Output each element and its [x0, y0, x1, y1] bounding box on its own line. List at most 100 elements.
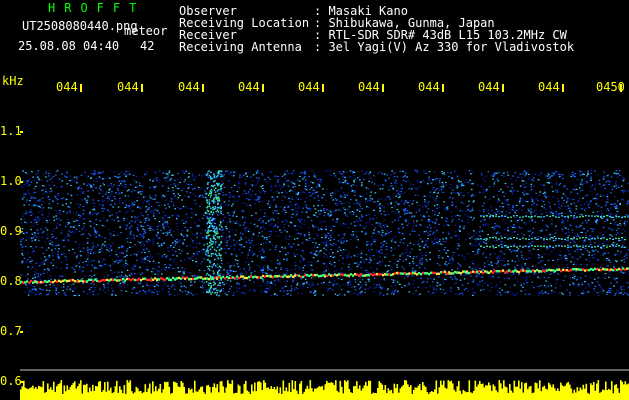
noise-pixel: [291, 196, 293, 198]
noise-pixel: [533, 185, 535, 187]
noise-pixel: [223, 283, 225, 286]
noise-pixel: [458, 218, 460, 221]
noise-pixel: [105, 191, 108, 193]
noise-pixel: [443, 208, 446, 210]
noise-pixel: [361, 170, 363, 172]
noise-pixel: [279, 250, 281, 253]
noise-pixel: [258, 232, 261, 234]
noise-pixel: [603, 176, 605, 178]
noise-pixel: [542, 192, 545, 194]
noise-pixel: [397, 228, 400, 230]
noise-pixel: [162, 217, 164, 219]
noise-pixel: [567, 217, 570, 219]
noise-pixel: [154, 262, 156, 264]
noise-pixel: [457, 262, 459, 264]
noise-pixel: [422, 170, 425, 172]
noise-pixel: [329, 214, 332, 216]
noise-pixel: [596, 282, 598, 284]
noise-pixel: [229, 269, 231, 271]
noise-pixel: [304, 172, 306, 175]
noise-pixel: [563, 226, 565, 228]
noise-pixel: [152, 210, 155, 212]
noise-pixel: [158, 217, 161, 219]
noise-pixel: [342, 192, 345, 194]
noise-pixel: [64, 175, 66, 177]
noise-pixel: [259, 228, 261, 230]
noise-pixel: [489, 254, 491, 256]
noise-pixel: [179, 181, 181, 184]
noise-pixel: [368, 248, 370, 251]
noise-pixel: [82, 192, 85, 194]
noise-pixel: [39, 199, 41, 201]
noise-pixel: [183, 285, 186, 287]
noise-pixel: [404, 276, 406, 278]
noise-pixel: [608, 289, 610, 291]
noise-pixel: [459, 215, 461, 217]
noise-pixel: [531, 232, 534, 234]
noise-pixel: [459, 225, 461, 227]
noise-pixel: [549, 273, 552, 275]
noise-pixel: [500, 259, 502, 261]
noise-pixel: [263, 251, 265, 253]
noise-pixel: [332, 243, 335, 245]
noise-pixel: [541, 205, 543, 207]
noise-pixel: [93, 174, 96, 176]
noise-pixel: [294, 225, 296, 227]
noise-pixel: [499, 281, 502, 283]
noise-pixel: [122, 256, 125, 259]
noise-pixel: [83, 223, 86, 225]
noise-pixel: [98, 192, 101, 194]
noise-pixel: [136, 259, 138, 261]
noise-pixel: [567, 250, 570, 252]
noise-pixel: [125, 290, 127, 292]
noise-pixel: [530, 253, 533, 255]
noise-pixel: [448, 176, 450, 178]
noise-pixel: [32, 225, 34, 227]
noise-pixel: [588, 254, 590, 256]
noise-pixel: [47, 293, 49, 295]
noise-pixel: [390, 269, 393, 271]
noise-pixel: [102, 191, 104, 193]
noise-pixel: [46, 234, 49, 236]
noise-pixel: [405, 220, 407, 222]
noise-pixel: [365, 193, 368, 195]
noise-pixel: [444, 247, 446, 249]
noise-pixel: [500, 188, 502, 190]
noise-pixel: [281, 186, 284, 188]
noise-pixel: [421, 240, 424, 242]
noise-pixel: [301, 293, 303, 295]
noise-pixel: [616, 207, 619, 209]
noise-pixel: [557, 198, 559, 200]
noise-pixel: [120, 289, 123, 292]
noise-pixel: [314, 293, 317, 295]
noise-pixel: [242, 233, 244, 235]
noise-pixel: [626, 221, 629, 223]
noise-pixel: [233, 212, 235, 214]
noise-pixel: [354, 289, 357, 291]
noise-pixel: [297, 191, 300, 193]
noise-pixel: [352, 190, 354, 192]
noise-pixel: [341, 252, 344, 254]
noise-pixel: [147, 238, 150, 241]
noise-pixel: [506, 204, 508, 206]
noise-pixel: [232, 171, 235, 173]
noise-pixel: [27, 252, 29, 254]
noise-pixel: [146, 171, 148, 173]
noise-pixel: [185, 206, 187, 208]
noise-pixel: [157, 233, 159, 235]
noise-pixel: [353, 292, 355, 294]
noise-pixel: [525, 223, 527, 225]
noise-pixel: [277, 217, 280, 219]
noise-pixel: [444, 263, 446, 265]
noise-pixel: [598, 243, 600, 245]
noise-pixel: [532, 273, 534, 275]
noise-pixel: [211, 190, 213, 192]
noise-pixel: [27, 185, 29, 187]
noise-pixel: [42, 193, 45, 195]
noise-pixel: [178, 249, 181, 251]
noise-pixel: [517, 219, 519, 222]
noise-pixel: [183, 239, 186, 241]
noise-pixel: [141, 191, 143, 193]
noise-pixel: [495, 286, 497, 288]
noise-pixel: [337, 240, 340, 242]
